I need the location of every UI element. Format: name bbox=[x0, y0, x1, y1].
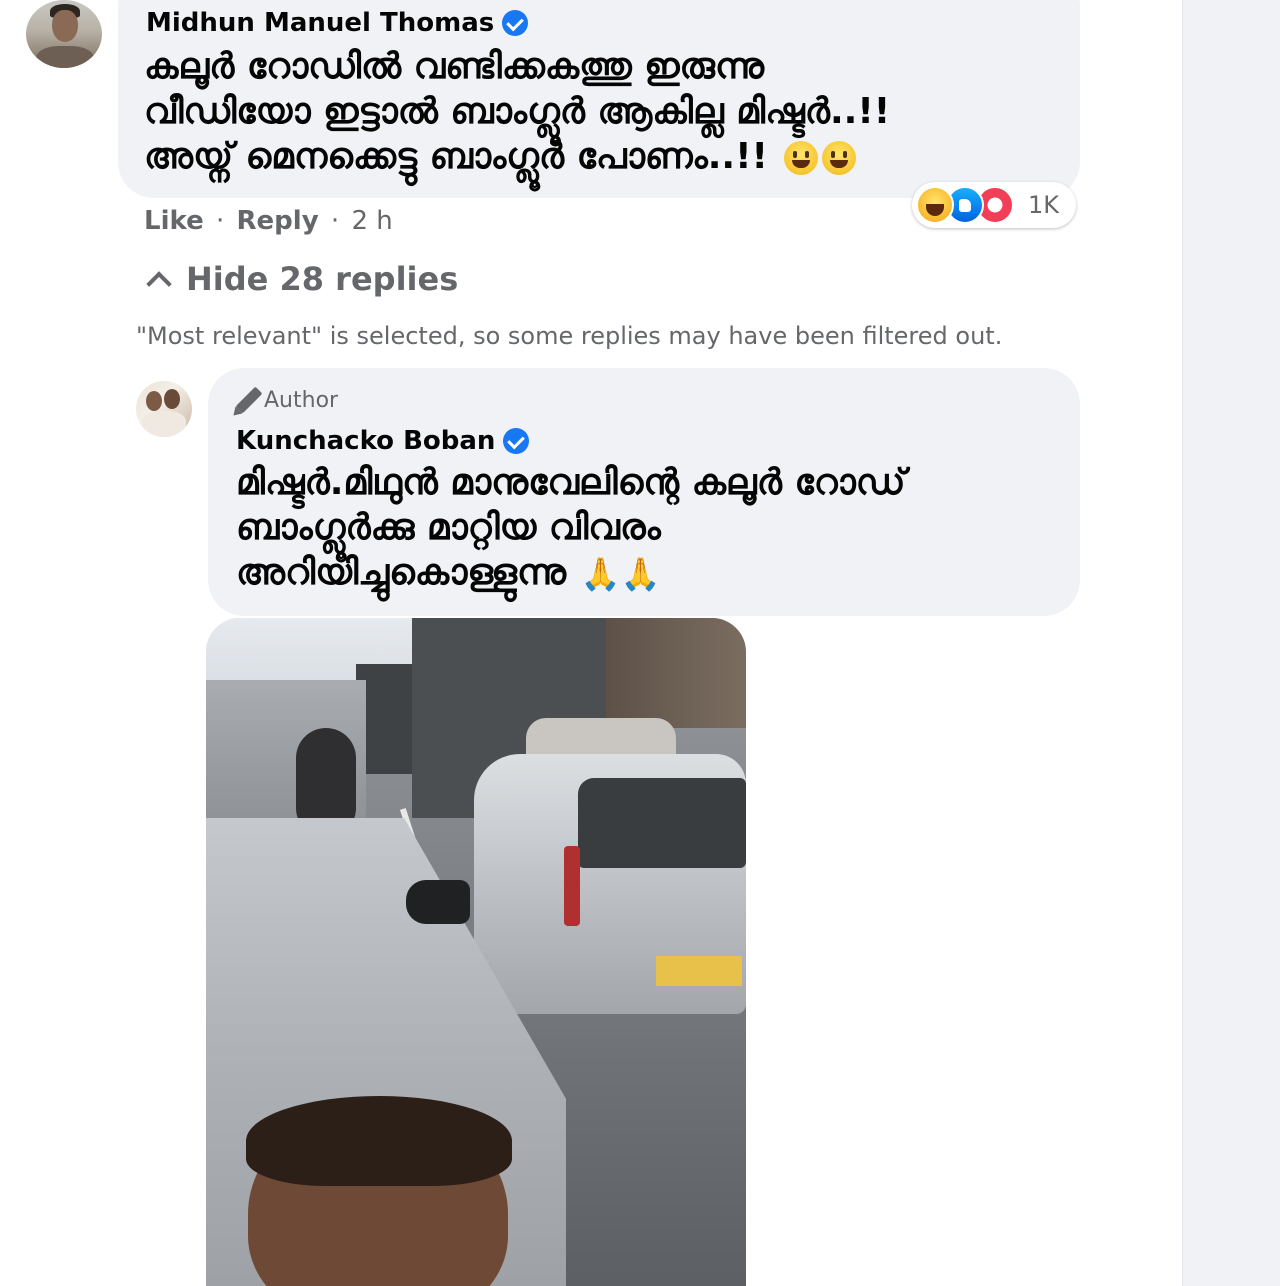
reply-author-name[interactable]: Kunchacko Boban bbox=[236, 426, 530, 456]
author-badge: Author bbox=[235, 386, 339, 414]
avatar-person bbox=[164, 389, 180, 409]
reply-author-name-text[interactable]: Kunchacko Boban bbox=[236, 426, 495, 456]
photo-tail-light bbox=[564, 846, 580, 926]
comment-timestamp[interactable]: 2 h bbox=[351, 206, 392, 236]
avatar-clothing bbox=[142, 411, 186, 437]
separator-dot: · bbox=[330, 206, 340, 236]
photo-truck bbox=[606, 618, 746, 728]
avatar-face bbox=[52, 10, 78, 42]
reply-line: അറിയിച്ചുകൊള്ളുന്നു bbox=[236, 552, 567, 593]
photo-car-window bbox=[578, 778, 746, 868]
photo-side-mirror bbox=[406, 880, 470, 924]
commenter-avatar[interactable] bbox=[26, 0, 102, 68]
hide-replies-label: Hide 28 replies bbox=[186, 260, 459, 298]
reply-author-avatar[interactable] bbox=[136, 381, 192, 437]
reply-text: മിഷ്ടർ.മിഥുൻ മാനുവേലിന്റെ കലൂർ റോഡ് ബാംഗ… bbox=[236, 460, 1066, 597]
hide-replies-button[interactable]: Hide 28 replies bbox=[146, 260, 459, 298]
author-badge-label: Author bbox=[264, 387, 339, 413]
reaction-summary[interactable]: 1K bbox=[912, 182, 1076, 228]
comment-line: അയ്ന് മെനക്കെട്ടു ബാംഗ്ലൂർ പോണം..!! bbox=[144, 136, 768, 177]
reply-attached-photo[interactable] bbox=[206, 618, 746, 1286]
folded-hands-icon: 🙏🙏 bbox=[580, 554, 661, 593]
avatar-shirt bbox=[36, 46, 94, 68]
reply-line: മിഷ്ടർ.മിഥുൻ മാനുവേലിന്റെ കലൂർ റോഡ് bbox=[236, 462, 906, 503]
separator-dot: · bbox=[215, 206, 225, 236]
avatar-person bbox=[146, 391, 162, 411]
chevron-up-icon bbox=[146, 271, 172, 297]
photo-number-plate bbox=[656, 956, 742, 986]
filter-notice: "Most relevant" is selected, so some rep… bbox=[136, 322, 1003, 350]
commenter-name-text[interactable]: Midhun Manuel Thomas bbox=[146, 8, 494, 38]
reply-line: ബാംഗ്ലൂർക്കു മാറ്റിയ വിവരം bbox=[236, 507, 661, 548]
haha-reaction-icon bbox=[916, 186, 954, 224]
reaction-count: 1K bbox=[1028, 191, 1060, 219]
right-sidebar-gutter bbox=[1182, 0, 1280, 1286]
reply-link[interactable]: Reply bbox=[237, 206, 319, 236]
comment-line: വീഡിയോ ഇട്ടാൽ ബാംഗ്ലൂർ ആകില്ല മിഷ്ടർ..!! bbox=[144, 91, 891, 132]
comment-line: കലൂർ റോഡിൽ വണ്ടിക്കകത്തു ഇരുന്നു bbox=[144, 46, 764, 87]
like-link[interactable]: Like bbox=[144, 206, 204, 236]
commenter-name[interactable]: Midhun Manuel Thomas bbox=[146, 8, 529, 38]
grinning-face-icon bbox=[822, 141, 857, 175]
comment-line-with-emoji: അയ്ന് മെനക്കെട്ടു ബാംഗ്ലൂർ പോണം..!! bbox=[144, 134, 1044, 179]
comment-actions: Like · Reply · 2 h bbox=[144, 206, 393, 236]
photo-person-hair bbox=[246, 1096, 512, 1186]
comment-text: കലൂർ റോഡിൽ വണ്ടിക്കകത്തു ഇരുന്നു വീഡിയോ … bbox=[144, 44, 1044, 179]
reply-line-with-emoji: അറിയിച്ചുകൊള്ളുന്നു 🙏🙏 bbox=[236, 550, 1066, 597]
pencil-icon bbox=[235, 386, 263, 414]
grinning-face-icon bbox=[784, 141, 819, 175]
verified-badge-icon bbox=[502, 10, 529, 36]
verified-badge-icon bbox=[503, 428, 530, 454]
